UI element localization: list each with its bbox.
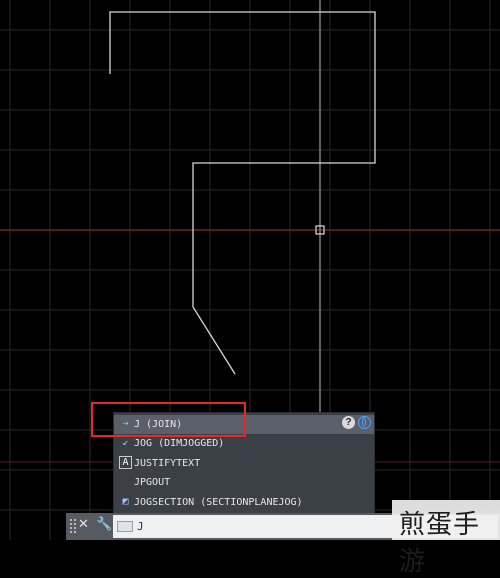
annotation-highlight-box [91, 402, 246, 437]
internet-search-icon[interactable] [358, 416, 371, 429]
command-input[interactable] [137, 517, 337, 536]
section-plane-icon: ◩ [122, 496, 129, 507]
autocomplete-item-label: JUSTIFYTEXT [134, 458, 201, 469]
autocomplete-item-jpgout[interactable]: JPGOUT [114, 473, 374, 492]
customize-wrench-icon[interactable]: 🔧 [96, 517, 112, 532]
autocomplete-item-label: JOGSECTION (SECTIONPLANEJOG) [134, 497, 303, 508]
grip-handle-icon[interactable] [70, 519, 76, 533]
text-a-icon: A [119, 456, 132, 469]
close-icon[interactable]: ✕ [78, 517, 89, 532]
help-icon[interactable]: ? [342, 416, 355, 429]
command-prompt-icon[interactable] [117, 521, 133, 532]
watermark-text: 煎蛋手游 [399, 510, 481, 577]
autocomplete-item-justifytext[interactable]: A JUSTIFYTEXT [114, 454, 374, 473]
dimjogged-icon: ↙ [122, 437, 129, 448]
autocomplete-item-jogsection[interactable]: ◩ JOGSECTION (SECTIONPLANEJOG) [114, 493, 374, 512]
autocomplete-item-label: JPGOUT [134, 477, 171, 488]
